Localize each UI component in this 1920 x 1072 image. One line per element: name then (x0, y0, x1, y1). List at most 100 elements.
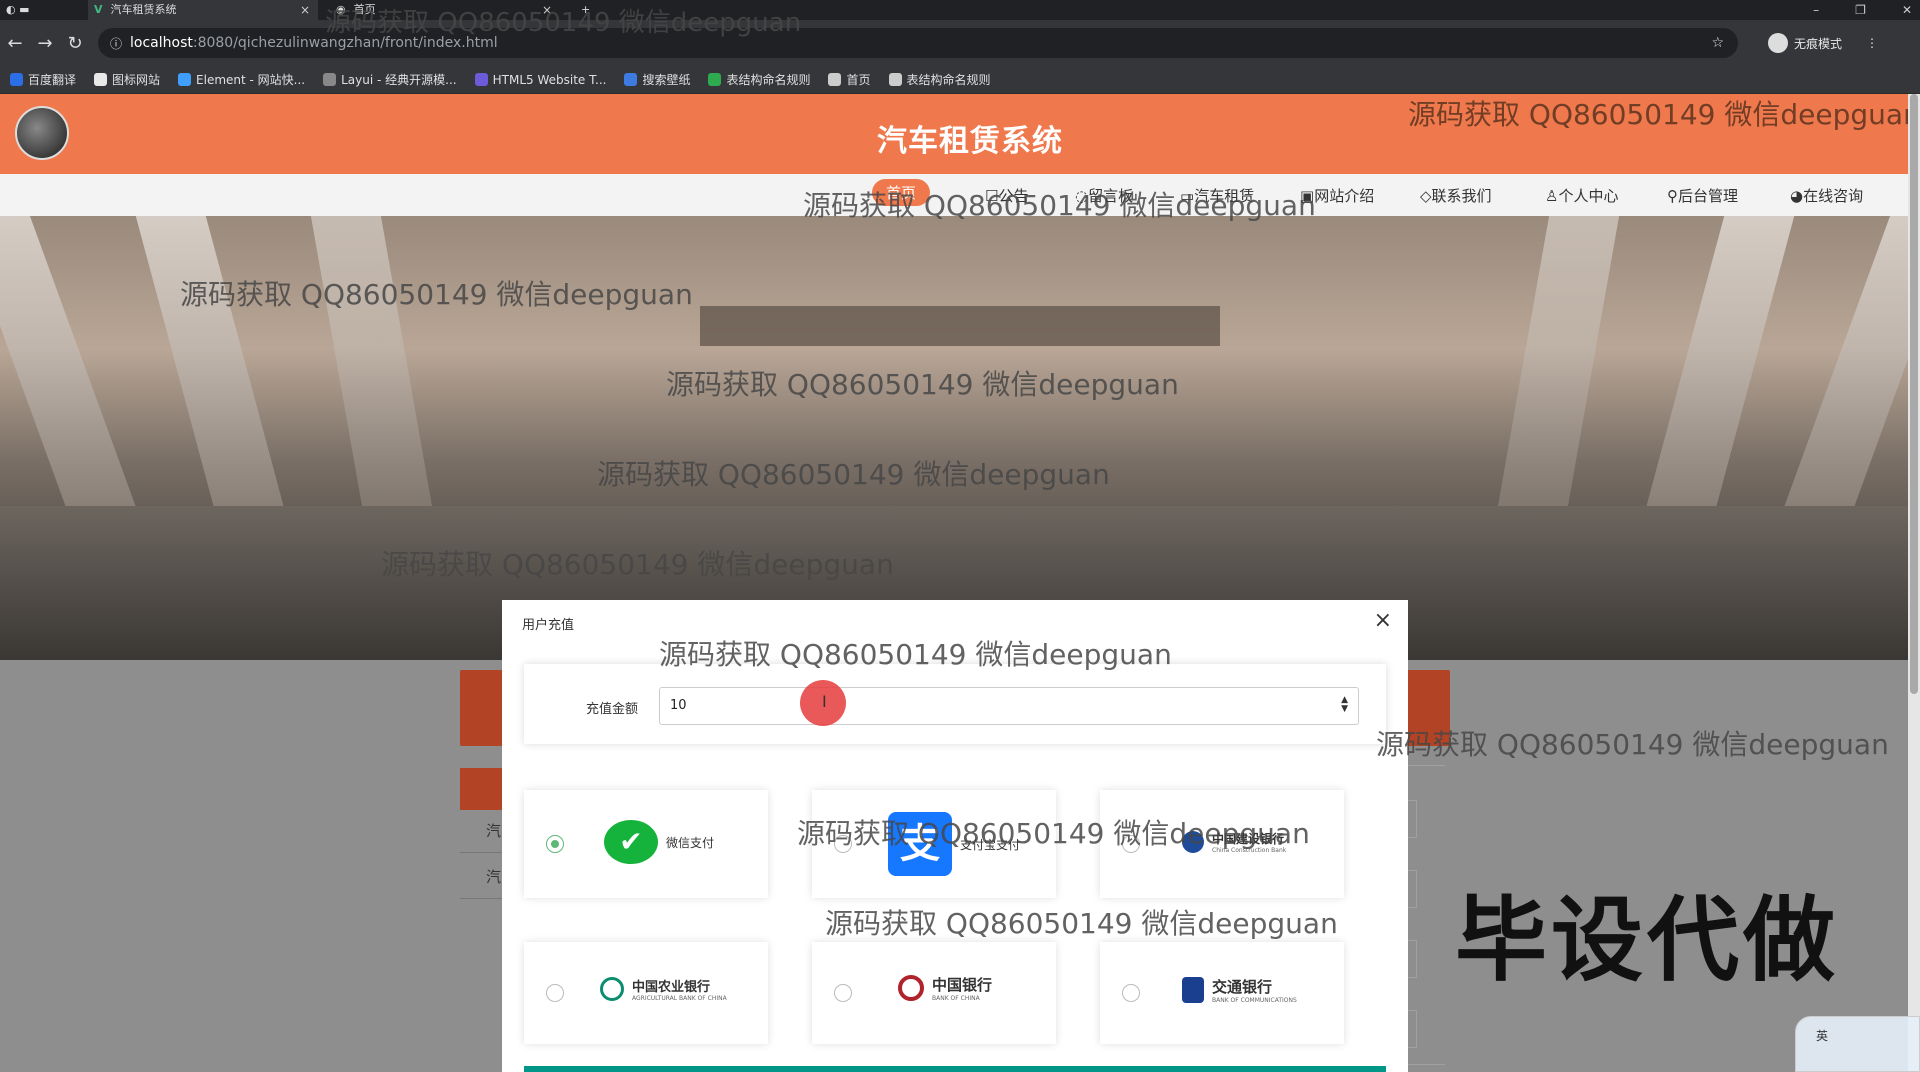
sidebar-item[interactable]: 汽 (486, 866, 501, 887)
incognito-icon (1768, 33, 1788, 53)
watermark: 源码获取 QQ86050149 微信deepguan (381, 548, 894, 581)
browser-menu-icon[interactable]: ◐ ▬ (0, 0, 50, 20)
bookmark-label: 百度翻译 (28, 73, 77, 87)
close-icon[interactable]: × (1374, 608, 1392, 633)
bookmark-icon (888, 73, 902, 86)
back-icon[interactable]: ← (0, 33, 30, 54)
bookmark-item[interactable]: Layui - 经典开源模... (323, 71, 457, 88)
nav-label: 联系我们 (1431, 187, 1492, 205)
payment-label: 微信支付 (666, 835, 715, 850)
forward-icon[interactable]: → (30, 33, 60, 54)
bookmark-label: 首页 (846, 73, 871, 87)
bookmark-label: Element - 网站快... (196, 73, 306, 87)
bridge-arch (135, 216, 295, 546)
more-menu-icon[interactable]: ⋮ (1866, 36, 1878, 50)
bridge-arch (310, 216, 440, 546)
incognito-indicator[interactable]: 无痕模式 ⋮ (1768, 33, 1878, 53)
bookmark-label: 表结构命名规则 (906, 73, 991, 87)
amount-value: 10 (670, 698, 687, 713)
payment-option-wechat[interactable]: ✔ 微信支付 (524, 790, 768, 898)
watermark: 源码获取 QQ86050149 微信deepguan (597, 458, 1110, 491)
payment-label: 中国银行 (932, 976, 993, 994)
bank-english-name: BANK OF COMMUNICATIONS (1212, 997, 1297, 1004)
boc-logo-icon (898, 975, 924, 1001)
radio-bocom[interactable] (1122, 984, 1140, 1002)
url-host: localhost (130, 35, 193, 51)
page-scrollbar[interactable] (1908, 94, 1920, 1072)
watermark: 源码获取 QQ86050149 微信deepguan (1408, 98, 1920, 131)
confirm-button[interactable] (524, 1066, 1386, 1072)
nav-online-chat[interactable]: ◕在线咨询 (1790, 185, 1863, 206)
bookmark-label: Layui - 经典开源模... (341, 73, 457, 87)
payment-option-bocom[interactable]: 交通银行 BANK OF COMMUNICATIONS (1100, 942, 1344, 1044)
nav-admin[interactable]: ⚲后台管理 (1667, 185, 1738, 206)
bookmark-item[interactable]: 首页 (828, 71, 871, 88)
tab-label: 汽车租赁系统 (110, 3, 177, 16)
nav-contact[interactable]: ◇联系我们 (1420, 185, 1492, 206)
info-icon: ⓘ (110, 36, 123, 51)
bank-english-name: BANK OF CHINA (932, 995, 980, 1002)
bridge-arch (1490, 216, 1620, 546)
ime-label: 英 (1816, 1029, 1829, 1043)
ime-indicator[interactable]: 英 (1795, 1016, 1920, 1072)
payment-option-abc[interactable]: 中国农业银行 AGRICULTURAL BANK OF CHINA (524, 942, 768, 1044)
watermark: 源码获取 QQ86050149 微信deepguan (666, 368, 1179, 401)
watermark: 源码获取 QQ86050149 微信deepguan (803, 189, 1316, 222)
amount-label: 充值金额 (586, 702, 639, 717)
tab-close-icon[interactable]: × (300, 2, 318, 18)
radio-wechat[interactable] (546, 835, 564, 853)
nav-label: 在线咨询 (1803, 187, 1864, 205)
payment-label: 交通银行 (1212, 978, 1273, 996)
watermark: 源码获取 QQ86050149 微信deepguan (180, 278, 693, 311)
payment-option-boc[interactable]: 中国银行 BANK OF CHINA (812, 942, 1056, 1044)
bookmark-item[interactable]: 表结构命名规则 (888, 71, 991, 88)
nav-label: 个人中心 (1558, 187, 1619, 205)
nav-label: 后台管理 (1678, 187, 1739, 205)
bookmark-icon (94, 73, 108, 86)
bookmark-item[interactable]: HTML5 Website T... (474, 73, 606, 87)
radio-abc[interactable] (546, 984, 564, 1002)
radio-boc[interactable] (834, 984, 852, 1002)
bookmark-icon (624, 73, 638, 86)
watermark: 源码获取 QQ86050149 微信deepguan (659, 638, 1172, 671)
bookmark-icon (178, 73, 192, 86)
watermark: 源码获取 QQ86050149 微信deepguan (825, 907, 1338, 940)
sidebar-item[interactable]: 汽 (486, 820, 501, 841)
bookmark-label: 搜索壁纸 (642, 73, 691, 87)
bookmark-label: 表结构命名规则 (726, 73, 811, 87)
bookmark-item[interactable]: Element - 网站快... (178, 71, 305, 88)
bridge-arch (0, 216, 151, 546)
nav-personal-center[interactable]: ♙个人中心 (1545, 185, 1618, 206)
bookmark-icon (828, 73, 842, 86)
watermark: 源码获取 QQ86050149 微信deepguan (797, 817, 1310, 850)
wechat-icon: ✔ (604, 820, 658, 864)
incognito-label: 无痕模式 (1794, 36, 1843, 51)
bank-english-name: AGRICULTURAL BANK OF CHINA (632, 995, 727, 1002)
amount-input[interactable]: 10 ▲ ▼ (659, 687, 1359, 725)
bookmark-item[interactable]: 百度翻译 (10, 71, 76, 88)
minimize-button[interactable]: – (1813, 3, 1819, 17)
bookmark-label: 图标网站 (112, 73, 161, 87)
bookmark-item[interactable]: 搜索壁纸 (624, 71, 690, 88)
bookmark-item[interactable]: 图标网站 (94, 71, 160, 88)
bocom-logo-icon (1182, 977, 1204, 1003)
modal-title: 用户充值 (522, 618, 575, 633)
tab-car-rental[interactable]: V 汽车租赁系统 × (88, 0, 318, 20)
bookmark-item[interactable]: 表结构命名规则 (708, 71, 810, 88)
text-cursor-icon: I (822, 692, 827, 711)
bookmark-icon (323, 73, 337, 86)
vue-icon: V (94, 3, 103, 16)
abc-logo-icon (600, 977, 624, 1001)
bookmark-icon (10, 73, 23, 86)
close-window-button[interactable]: ✕ (1902, 3, 1912, 17)
restore-button[interactable]: ❐ (1855, 3, 1866, 17)
reload-icon[interactable]: ↻ (60, 33, 90, 54)
nav-label: 网站介绍 (1314, 187, 1375, 205)
watermark: 源码获取 QQ86050149 微信deepguan (325, 8, 802, 38)
star-icon[interactable]: ☆ (1711, 35, 1724, 51)
bridge-graphic (700, 306, 1220, 346)
watermark: 源码获取 QQ86050149 微信deepguan (1376, 728, 1889, 761)
payment-label: 中国农业银行 (632, 980, 711, 995)
scrollbar-thumb[interactable] (1910, 94, 1918, 694)
number-spinner-icon[interactable]: ▲ ▼ (1341, 696, 1348, 714)
